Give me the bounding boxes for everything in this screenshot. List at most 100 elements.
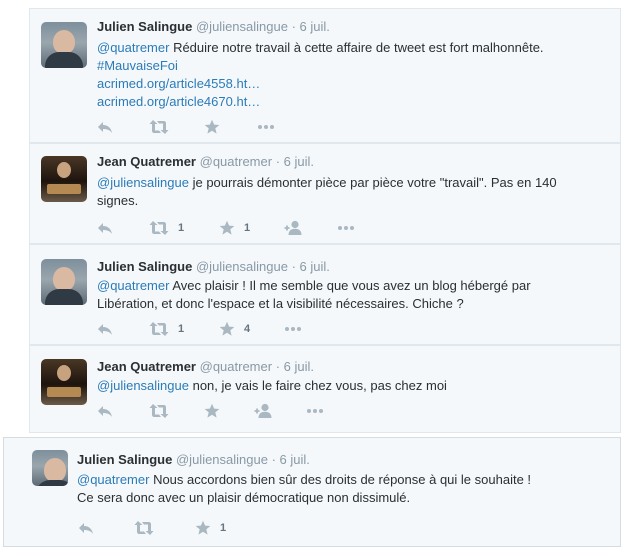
hashtag-link[interactable]: #MauvaiseFoi xyxy=(97,58,178,73)
tweet-actions: 1 4 xyxy=(97,321,417,337)
retweet-button[interactable] xyxy=(149,119,169,135)
retweet-icon xyxy=(149,119,169,135)
reply-button[interactable] xyxy=(97,119,113,135)
tweet[interactable]: Julien Salingue @juliensalingue · 6 juil… xyxy=(29,244,621,345)
follow-icon xyxy=(254,403,274,419)
author-name[interactable]: Julien Salingue xyxy=(97,259,192,274)
reply-icon xyxy=(97,321,113,337)
author-handle[interactable]: @juliensalingue xyxy=(176,452,268,467)
more-button[interactable] xyxy=(337,225,355,231)
tweet-body: Ce sera donc avec un plaisir démocratiqu… xyxy=(77,490,411,505)
more-button[interactable] xyxy=(306,408,324,414)
author-name[interactable]: Jean Quatremer xyxy=(97,154,196,169)
retweet-button[interactable]: 1 xyxy=(149,220,184,236)
author-name[interactable]: Jean Quatremer xyxy=(97,359,196,374)
tweet[interactable]: Julien Salingue @juliensalingue · 6 juil… xyxy=(29,8,621,143)
retweet-button[interactable] xyxy=(134,520,154,536)
author-name[interactable]: Julien Salingue xyxy=(97,19,192,34)
tweet-text: @juliensalingue non, je vais le faire ch… xyxy=(97,377,612,395)
avatar[interactable] xyxy=(41,359,87,405)
tweet-actions xyxy=(97,403,417,419)
article-link[interactable]: acrimed.org/article4670.ht… xyxy=(97,94,260,109)
retweet-icon xyxy=(149,220,169,236)
mention-link[interactable]: @juliensalingue xyxy=(97,175,189,190)
star-icon xyxy=(219,220,235,236)
reply-button[interactable] xyxy=(97,321,113,337)
retweet-icon xyxy=(149,403,169,419)
star-icon xyxy=(204,119,220,135)
article-link[interactable]: acrimed.org/article4558.ht… xyxy=(97,76,260,91)
avatar[interactable] xyxy=(32,450,68,486)
retweet-button[interactable]: 1 xyxy=(149,321,184,337)
more-icon xyxy=(306,408,324,414)
favorite-button[interactable] xyxy=(204,119,220,135)
more-icon xyxy=(284,326,302,332)
favorite-count: 4 xyxy=(244,323,251,335)
avatar[interactable] xyxy=(41,259,87,305)
timestamp[interactable]: · 6 juil. xyxy=(292,259,330,274)
mention-link[interactable]: @quatremer xyxy=(97,40,169,55)
more-button[interactable] xyxy=(284,326,302,332)
timestamp[interactable]: · 6 juil. xyxy=(276,359,314,374)
tweet-actions: 1 xyxy=(78,520,278,536)
timestamp[interactable]: · 6 juil. xyxy=(272,452,310,467)
tweet-actions: 1 1 xyxy=(97,220,417,236)
tweet-header: Jean Quatremer @quatremer · 6 juil. xyxy=(97,154,314,169)
star-icon xyxy=(195,520,211,536)
author-name[interactable]: Julien Salingue xyxy=(77,452,172,467)
avatar[interactable] xyxy=(41,22,87,68)
reply-icon xyxy=(97,220,113,236)
follow-icon xyxy=(284,220,304,236)
tweet-header: Julien Salingue @juliensalingue · 6 juil… xyxy=(97,19,330,34)
more-icon xyxy=(337,225,355,231)
favorite-button[interactable]: 4 xyxy=(219,321,250,337)
author-handle[interactable]: @quatremer xyxy=(200,359,272,374)
timestamp[interactable]: · 6 juil. xyxy=(292,19,330,34)
retweet-button[interactable] xyxy=(149,403,169,419)
retweet-icon xyxy=(134,520,154,536)
favorite-count: 1 xyxy=(244,222,251,234)
tweet-actions xyxy=(97,119,397,135)
follow-button[interactable] xyxy=(284,220,304,236)
retweet-icon xyxy=(149,321,169,337)
retweet-count: 1 xyxy=(178,222,185,234)
reply-button[interactable] xyxy=(78,520,94,536)
tweet-header: Jean Quatremer @quatremer · 6 juil. xyxy=(97,359,314,374)
tweet[interactable]: Jean Quatremer @quatremer · 6 juil. @jul… xyxy=(29,143,621,244)
follow-button[interactable] xyxy=(254,403,274,419)
timestamp[interactable]: · 6 juil. xyxy=(276,154,314,169)
tweet-body: Réduire notre travail à cette affaire de… xyxy=(169,40,544,55)
tweet-text: @quatremer Avec plaisir ! Il me semble q… xyxy=(97,277,612,313)
reply-icon xyxy=(97,119,113,135)
author-handle[interactable]: @juliensalingue xyxy=(196,19,288,34)
reply-button[interactable] xyxy=(97,220,113,236)
tweet-text: @juliensalingue je pourrais démonter piè… xyxy=(97,174,612,210)
tweet-text: @quatremer Nous accordons bien sûr des d… xyxy=(77,471,617,507)
tweet-body: Nous accordons bien sûr des droits de ré… xyxy=(149,472,532,487)
reply-button[interactable] xyxy=(97,403,113,419)
favorite-button[interactable]: 1 xyxy=(219,220,250,236)
mention-link[interactable]: @quatremer xyxy=(77,472,149,487)
reply-icon xyxy=(97,403,113,419)
tweet-header: Julien Salingue @juliensalingue · 6 juil… xyxy=(97,259,330,274)
tweet-body: Avec plaisir ! Il me semble que vous ave… xyxy=(169,278,531,293)
tweet[interactable]: Julien Salingue @juliensalingue · 6 juil… xyxy=(3,437,621,547)
tweet-text: @quatremer Réduire notre travail à cette… xyxy=(97,39,607,111)
favorite-count: 1 xyxy=(220,522,227,534)
reply-icon xyxy=(78,520,94,536)
more-icon xyxy=(257,124,275,130)
author-handle[interactable]: @juliensalingue xyxy=(196,259,288,274)
avatar[interactable] xyxy=(41,156,87,202)
tweet-body: non, je vais le faire chez vous, pas che… xyxy=(188,378,447,393)
retweet-count: 1 xyxy=(178,323,185,335)
star-icon xyxy=(204,403,220,419)
mention-link[interactable]: @quatremer xyxy=(97,278,169,293)
author-handle[interactable]: @quatremer xyxy=(200,154,272,169)
favorite-button[interactable]: 1 xyxy=(195,520,226,536)
mention-link[interactable]: @juliensalingue xyxy=(97,378,189,393)
tweet[interactable]: Jean Quatremer @quatremer · 6 juil. @jul… xyxy=(29,345,621,433)
more-button[interactable] xyxy=(257,124,275,130)
tweet-header: Julien Salingue @juliensalingue · 6 juil… xyxy=(77,452,310,467)
favorite-button[interactable] xyxy=(204,403,220,419)
tweet-body: Libération, et donc l'espace et la visib… xyxy=(97,296,464,311)
